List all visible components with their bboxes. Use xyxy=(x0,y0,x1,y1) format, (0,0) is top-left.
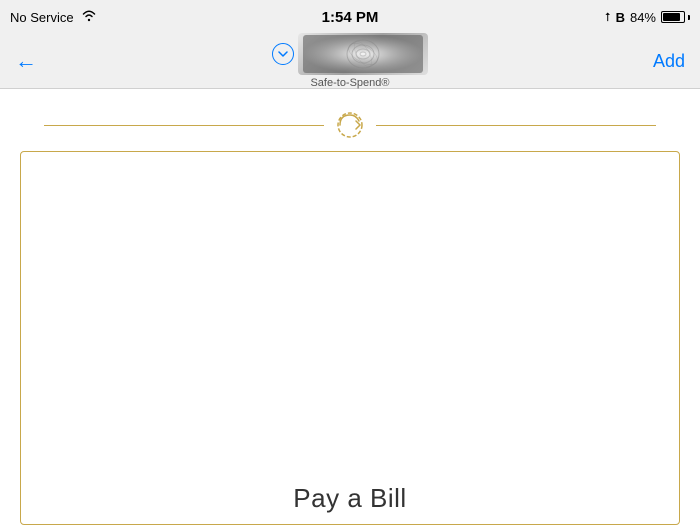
nav-center: Safe-to-Spend® xyxy=(272,33,428,89)
status-bar: No Service 1:54 PM ⭡ B 84% xyxy=(0,0,700,34)
battery-icon xyxy=(661,11,690,23)
account-selector[interactable] xyxy=(272,33,428,75)
account-chevron-button[interactable] xyxy=(272,43,294,65)
bluetooth-icon: B xyxy=(616,10,625,25)
status-left: No Service xyxy=(10,8,98,27)
main-content: Pay a Bill xyxy=(0,89,700,525)
status-time: 1:54 PM xyxy=(322,9,379,26)
account-image xyxy=(298,33,428,75)
back-button[interactable]: ← xyxy=(15,48,37,74)
status-right: ⭡ B 84% xyxy=(605,10,690,25)
pay-bill-title: Pay a Bill xyxy=(293,483,406,514)
card-container: Pay a Bill xyxy=(20,151,680,525)
account-label: Safe-to-Spend® xyxy=(310,77,389,89)
battery-percent: 84% xyxy=(630,10,656,25)
decorative-icon xyxy=(334,109,366,141)
no-service-text: No Service xyxy=(10,10,74,25)
wifi-icon xyxy=(80,8,98,27)
nav-bar: ← xyxy=(0,34,700,89)
back-arrow-icon: ← xyxy=(15,48,37,74)
location-icon: ⭡ xyxy=(605,10,611,25)
decorative-divider xyxy=(0,109,700,141)
add-label: Add xyxy=(653,51,685,71)
add-button[interactable]: Add xyxy=(653,51,685,72)
